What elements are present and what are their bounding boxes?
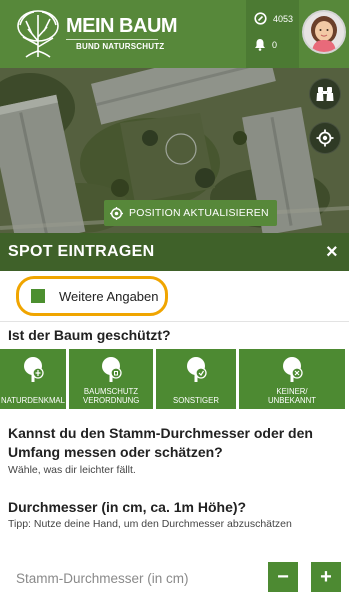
protection-keiner-button[interactable]: KEINER/ UNBEKANNT	[239, 349, 345, 409]
protected-question: Ist der Baum geschützt?	[8, 327, 171, 343]
divider	[0, 321, 349, 322]
satellite-map[interactable]: POSITION AKTUALISIEREN	[0, 68, 349, 233]
tree-logo-icon	[17, 10, 59, 58]
protection-baumschutz-label: BAUMSCHUTZ VERORDNUNG	[83, 387, 140, 405]
update-position-button[interactable]: POSITION AKTUALISIEREN	[104, 200, 277, 226]
update-position-label: POSITION AKTUALISIEREN	[129, 207, 269, 219]
locate-button[interactable]	[309, 122, 341, 154]
user-avatar-button[interactable]	[301, 4, 347, 64]
logo-divider	[66, 39, 158, 40]
target-icon	[110, 206, 123, 220]
app-header: MEIN BAUM BUND NATURSCHUTZ 4053 0	[0, 0, 349, 68]
locate-icon	[316, 129, 334, 147]
diameter-question: Durchmesser (in cm, ca. 1m Höhe)?	[8, 499, 247, 515]
protection-naturdenkmal-label: NATURDENKMAL	[1, 396, 65, 405]
binoculars-icon	[316, 87, 334, 101]
points-icon	[254, 12, 267, 25]
diameter-input[interactable]	[16, 566, 256, 590]
protection-keiner-label: KEINER/ UNBEKANNT	[267, 387, 317, 405]
weitere-angaben-label: Weitere Angaben	[59, 288, 159, 304]
avatar-portrait-icon	[311, 16, 337, 52]
weitere-angaben-checkbox[interactable]	[31, 289, 45, 303]
tree-regulation-icon	[102, 357, 122, 382]
tree-other-icon	[187, 357, 207, 382]
bell-icon	[255, 39, 265, 51]
points-count: 4053	[273, 13, 294, 24]
avatar	[302, 10, 346, 54]
spot-header: SPOT EINTRAGEN ×	[0, 233, 349, 271]
notifications-stat: 0	[254, 38, 277, 51]
protection-options: NATURDENKMAL BAUMSCHUTZ VERORDNUNG SONST…	[0, 349, 349, 409]
measure-question: Kannst du den Stamm-Durchmesser oder den…	[8, 425, 313, 460]
notifications-count: 0	[272, 39, 278, 50]
tree-none-icon	[283, 357, 303, 382]
decrease-button[interactable]: −	[268, 562, 298, 592]
protection-sonstiger-button[interactable]: SONSTIGER	[156, 349, 236, 409]
spot-title: SPOT EINTRAGEN	[8, 243, 155, 260]
app-logo[interactable]: MEIN BAUM BUND NATURSCHUTZ	[14, 7, 178, 59]
diameter-hint: Tipp: Nutze deine Hand, um den Durchmess…	[8, 518, 292, 530]
points-stat: 4053	[254, 12, 293, 25]
weitere-angaben-toggle[interactable]: Weitere Angaben	[16, 276, 168, 316]
protection-naturdenkmal-button[interactable]: NATURDENKMAL	[0, 349, 66, 409]
binoculars-button[interactable]	[309, 78, 341, 110]
close-button[interactable]: ×	[326, 239, 338, 265]
protection-baumschutz-button[interactable]: BAUMSCHUTZ VERORDNUNG	[69, 349, 153, 409]
app-subtitle: BUND NATURSCHUTZ	[76, 42, 165, 51]
increase-button[interactable]: +	[311, 562, 341, 592]
user-stats[interactable]: 4053 0	[246, 0, 299, 68]
app-title: MEIN BAUM	[66, 15, 178, 37]
protection-sonstiger-label: SONSTIGER	[173, 396, 219, 405]
tree-landmark-icon	[24, 357, 44, 382]
measure-hint: Wähle, was dir leichter fällt.	[8, 464, 136, 476]
